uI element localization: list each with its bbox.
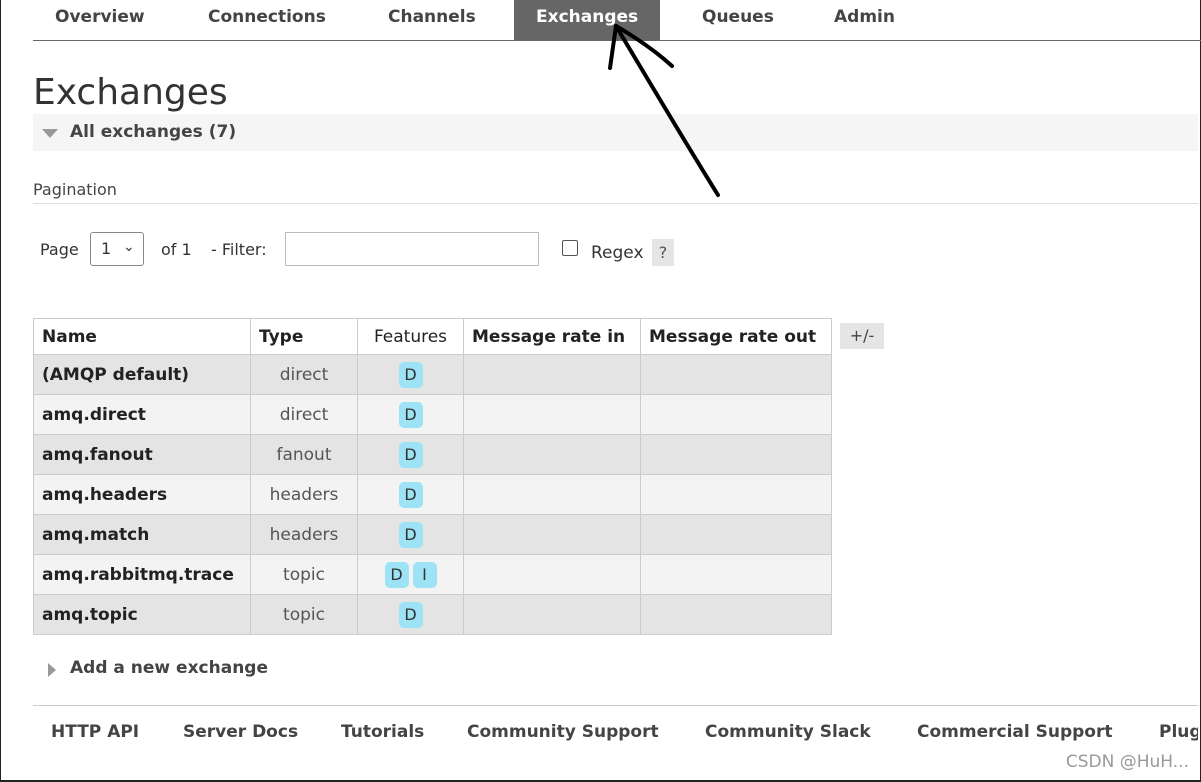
exchange-type: direct bbox=[250, 394, 358, 435]
column-header-message-rate-in[interactable]: Message rate in bbox=[463, 318, 641, 355]
exchange-type: fanout bbox=[250, 434, 358, 475]
table-row: (AMQP default) direct D bbox=[33, 354, 832, 395]
column-header-name[interactable]: Name bbox=[33, 318, 251, 355]
exchange-name-link[interactable]: amq.direct bbox=[33, 394, 251, 435]
page-select[interactable]: 1 ⌄ bbox=[90, 232, 144, 266]
footer-link-community-support[interactable]: Community Support bbox=[467, 722, 659, 742]
table-row: amq.rabbitmq.trace topic DI bbox=[33, 554, 832, 595]
durable-badge: D bbox=[398, 521, 423, 548]
message-rate-out-cell bbox=[640, 554, 832, 595]
exchange-name-link[interactable]: amq.headers bbox=[33, 474, 251, 515]
table-row: amq.fanout fanout D bbox=[33, 434, 832, 475]
footer-link-server-docs[interactable]: Server Docs bbox=[183, 722, 298, 742]
column-header-features[interactable]: Features bbox=[357, 318, 464, 355]
footer-link-tutorials[interactable]: Tutorials bbox=[341, 722, 424, 742]
exchange-type: headers bbox=[250, 514, 358, 555]
exchange-features: D bbox=[357, 434, 464, 475]
pagination-heading: Pagination bbox=[33, 180, 117, 199]
column-header-message-rate-out[interactable]: Message rate out bbox=[640, 318, 832, 355]
tab-admin[interactable]: Admin bbox=[812, 0, 917, 40]
message-rate-out-cell bbox=[640, 594, 832, 635]
message-rate-out-cell bbox=[640, 434, 832, 475]
message-rate-in-cell bbox=[463, 474, 641, 515]
all-exchanges-toggle[interactable]: All exchanges (7) bbox=[33, 114, 1198, 151]
table-row: amq.match headers D bbox=[33, 514, 832, 555]
tab-exchanges[interactable]: Exchanges bbox=[514, 0, 661, 40]
chevron-down-icon: ⌄ bbox=[123, 239, 135, 255]
exchange-features: D bbox=[357, 594, 464, 635]
watermark: CSDN @HuH... bbox=[1065, 752, 1189, 772]
exchange-features: D bbox=[357, 514, 464, 555]
durable-badge: D bbox=[384, 561, 409, 588]
exchanges-table: Name Type Features Message rate in Messa… bbox=[33, 318, 832, 635]
footer-link-community-slack[interactable]: Community Slack bbox=[705, 722, 871, 742]
collapse-triangle-icon bbox=[42, 129, 58, 138]
message-rate-in-cell bbox=[463, 434, 641, 475]
column-header-type[interactable]: Type bbox=[250, 318, 358, 355]
durable-badge: D bbox=[398, 601, 423, 628]
footer-link-plugins[interactable]: Plug bbox=[1159, 722, 1198, 742]
tab-overview[interactable]: Overview bbox=[33, 0, 167, 40]
message-rate-in-cell bbox=[463, 594, 641, 635]
regex-help-button[interactable]: ? bbox=[652, 239, 674, 266]
durable-badge: D bbox=[398, 361, 423, 388]
message-rate-in-cell bbox=[463, 354, 641, 395]
pagination-divider bbox=[33, 203, 1198, 204]
page-select-value: 1 bbox=[101, 239, 112, 258]
message-rate-in-cell bbox=[463, 514, 641, 555]
exchange-name-link[interactable]: amq.fanout bbox=[33, 434, 251, 475]
message-rate-out-cell bbox=[640, 394, 832, 435]
table-row: amq.headers headers D bbox=[33, 474, 832, 515]
table-row: amq.topic topic D bbox=[33, 594, 832, 635]
durable-badge: D bbox=[398, 401, 423, 428]
exchange-name-link[interactable]: (AMQP default) bbox=[33, 354, 251, 395]
filter-input[interactable] bbox=[285, 232, 539, 266]
message-rate-out-cell bbox=[640, 514, 832, 555]
message-rate-out-cell bbox=[640, 354, 832, 395]
filter-label: - Filter: bbox=[211, 240, 267, 259]
page-title: Exchanges bbox=[33, 72, 228, 113]
section-label: All exchanges (7) bbox=[70, 122, 237, 142]
footer-link-http-api[interactable]: HTTP API bbox=[51, 722, 139, 742]
durable-badge: D bbox=[398, 441, 423, 468]
exchange-name-link[interactable]: amq.topic bbox=[33, 594, 251, 635]
column-toggle-button[interactable]: +/- bbox=[840, 323, 884, 349]
exchange-features: D bbox=[357, 474, 464, 515]
exchange-type: topic bbox=[250, 594, 358, 635]
tab-queues[interactable]: Queues bbox=[680, 0, 796, 40]
regex-checkbox[interactable] bbox=[562, 240, 578, 256]
page-count-label: of 1 bbox=[161, 240, 192, 259]
page-label: Page bbox=[40, 240, 79, 259]
exchange-features: D bbox=[357, 354, 464, 395]
exchange-type: headers bbox=[250, 474, 358, 515]
internal-badge: I bbox=[412, 561, 437, 588]
message-rate-in-cell bbox=[463, 554, 641, 595]
regex-label: Regex bbox=[591, 243, 644, 263]
message-rate-in-cell bbox=[463, 394, 641, 435]
exchange-name-link[interactable]: amq.rabbitmq.trace bbox=[33, 554, 251, 595]
window-left-border bbox=[0, 0, 1, 782]
footer-link-commercial-support[interactable]: Commercial Support bbox=[917, 722, 1113, 742]
tab-connections[interactable]: Connections bbox=[186, 0, 348, 40]
exchange-type: direct bbox=[250, 354, 358, 395]
table-header-row: Name Type Features Message rate in Messa… bbox=[33, 318, 832, 355]
table-row: amq.direct direct D bbox=[33, 394, 832, 435]
exchange-features: DI bbox=[357, 554, 464, 595]
add-exchange-label: Add a new exchange bbox=[70, 658, 269, 678]
main-nav: Overview Connections Channels Exchanges … bbox=[33, 0, 1201, 41]
exchange-features: D bbox=[357, 394, 464, 435]
expand-triangle-icon bbox=[48, 663, 56, 677]
footer: HTTP API Server Docs Tutorials Community… bbox=[33, 705, 1198, 781]
tab-channels[interactable]: Channels bbox=[366, 0, 498, 40]
exchange-type: topic bbox=[250, 554, 358, 595]
message-rate-out-cell bbox=[640, 474, 832, 515]
exchange-name-link[interactable]: amq.match bbox=[33, 514, 251, 555]
durable-badge: D bbox=[398, 481, 423, 508]
